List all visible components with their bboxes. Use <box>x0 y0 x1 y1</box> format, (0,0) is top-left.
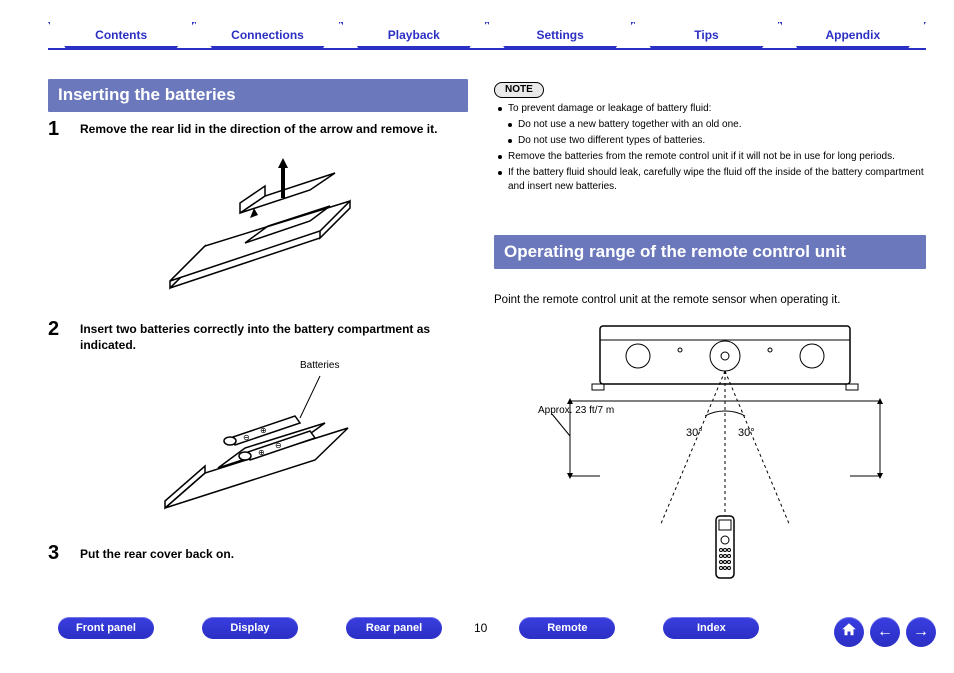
pill-label: Display <box>230 622 269 634</box>
note-badge: NOTE <box>494 82 544 98</box>
operating-range-text: Point the remote control unit at the rem… <box>494 294 926 306</box>
tab-label: Contents <box>95 28 147 42</box>
link-front-panel[interactable]: Front panel <box>58 617 154 639</box>
tab-label: Connections <box>231 28 304 42</box>
link-display[interactable]: Display <box>202 617 298 639</box>
svg-text:⊖: ⊖ <box>275 441 282 450</box>
heading-operating-range: Operating range of the remote control un… <box>494 235 926 269</box>
link-index[interactable]: Index <box>663 617 759 639</box>
step-number-2: 2 <box>48 318 59 341</box>
pill-label: Remote <box>547 622 587 634</box>
page-number: 10 <box>474 621 487 635</box>
nav-rule <box>48 48 926 50</box>
top-nav: Contents Connections Playback Settings T… <box>48 22 926 48</box>
tab-label: Settings <box>536 28 583 42</box>
note-item: Remove the batteries from the remote con… <box>498 150 928 164</box>
pill-label: Index <box>697 622 726 634</box>
arrow-right-icon: → <box>913 623 929 641</box>
home-icon <box>840 621 858 644</box>
figure-insert-batteries: ⊕ ⊖ ⊖ ⊕ <box>150 368 370 528</box>
note-item: If the battery fluid should leak, carefu… <box>498 166 928 194</box>
heading-inserting-batteries: Inserting the batteries <box>48 79 468 112</box>
tab-connections[interactable]: Connections <box>194 22 340 48</box>
figure-operating-range <box>540 316 900 586</box>
tab-label: Playback <box>388 28 440 42</box>
figure-remove-lid <box>150 158 370 308</box>
step-text-1: Remove the rear lid in the direction of … <box>80 121 460 137</box>
tab-playback[interactable]: Playback <box>341 22 487 48</box>
link-remote[interactable]: Remote <box>519 617 615 639</box>
step-number-1: 1 <box>48 118 59 141</box>
note-list: To prevent damage or leakage of battery … <box>498 102 928 196</box>
bottom-bar: Front panel Display Rear panel 10 Remote… <box>58 613 934 643</box>
arrow-left-icon: ← <box>877 623 893 641</box>
svg-text:⊕: ⊕ <box>260 426 267 435</box>
tab-contents[interactable]: Contents <box>48 22 194 48</box>
pill-label: Front panel <box>76 622 136 634</box>
step-text-3: Put the rear cover back on. <box>80 546 460 562</box>
note-subitem: Do not use a new battery together with a… <box>498 118 928 132</box>
prev-button[interactable]: ← <box>870 617 900 647</box>
note-subitem: Do not use two different types of batter… <box>498 134 928 148</box>
note-item: To prevent damage or leakage of battery … <box>498 102 928 116</box>
tab-label: Tips <box>694 28 718 42</box>
step-text-2: Insert two batteries correctly into the … <box>80 321 460 353</box>
tab-label: Appendix <box>825 28 880 42</box>
step-number-3: 3 <box>48 542 59 565</box>
nav-icons: ← → <box>834 617 936 647</box>
next-button[interactable]: → <box>906 617 936 647</box>
tab-appendix[interactable]: Appendix <box>780 22 926 48</box>
tab-tips[interactable]: Tips <box>633 22 779 48</box>
pill-label: Rear panel <box>366 622 422 634</box>
svg-text:⊖: ⊖ <box>243 433 250 442</box>
home-button[interactable] <box>834 617 864 647</box>
svg-text:⊕: ⊕ <box>258 448 265 457</box>
link-rear-panel[interactable]: Rear panel <box>346 617 442 639</box>
tab-settings[interactable]: Settings <box>487 22 633 48</box>
